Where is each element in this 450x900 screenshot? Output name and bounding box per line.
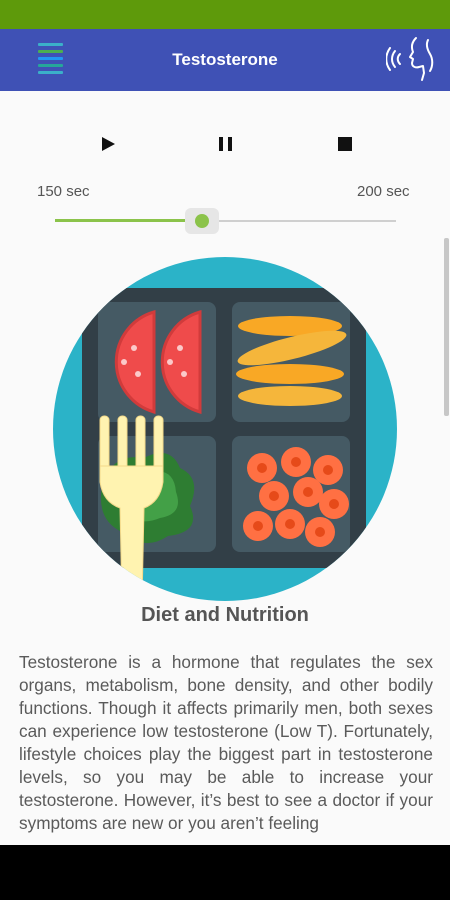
pause-icon[interactable] — [211, 129, 241, 159]
app-title: Testosterone — [172, 50, 278, 69]
hamburger-menu-icon[interactable] — [38, 43, 64, 77]
elapsed-time: 150 sec — [37, 183, 90, 200]
article-heading: Diet and Nutrition — [141, 604, 309, 626]
slider-fill — [55, 219, 202, 222]
content-area[interactable]: 150 sec 200 sec Diet and Nutrition Testo… — [0, 91, 450, 845]
total-time: 200 sec — [357, 183, 410, 200]
play-icon[interactable] — [93, 129, 123, 159]
slider-thumb[interactable] — [195, 214, 209, 228]
seek-slider[interactable] — [55, 208, 396, 234]
diet-nutrition-tray-illustration — [53, 257, 397, 601]
status-bar — [0, 0, 450, 29]
app-bar: Testosterone — [0, 29, 450, 91]
article-body: Testosterone is a hormone that regulates… — [19, 652, 433, 833]
speaking-head-icon[interactable] — [386, 36, 438, 86]
stop-icon[interactable] — [330, 129, 360, 159]
scrollbar[interactable] — [444, 238, 449, 416]
navigation-bar — [0, 845, 450, 900]
